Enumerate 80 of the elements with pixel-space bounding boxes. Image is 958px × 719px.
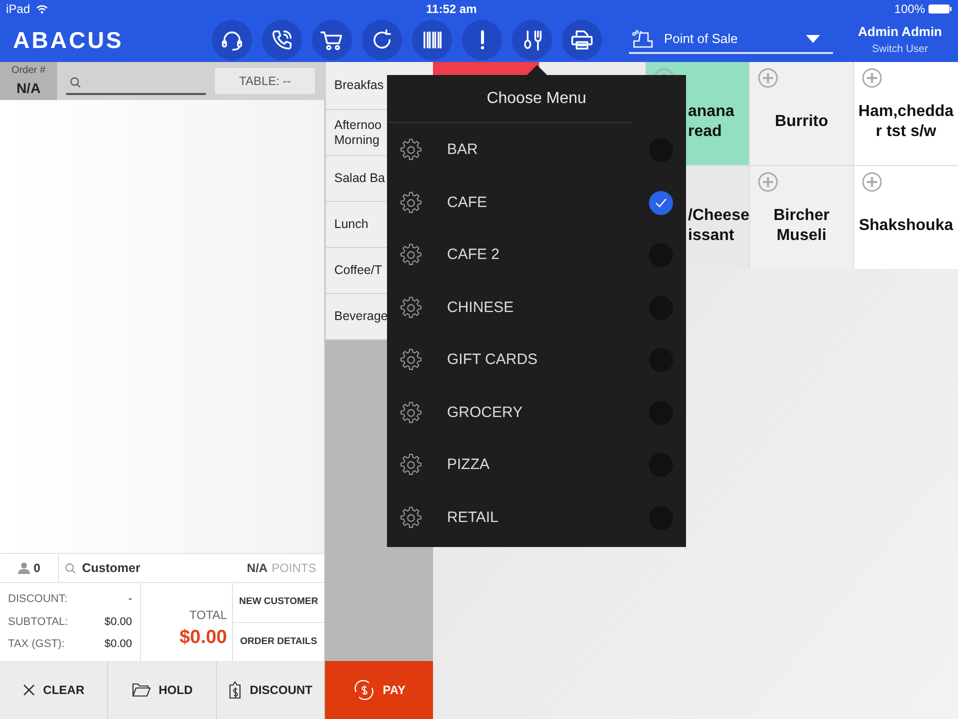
product-name: Bircher Museli xyxy=(772,206,831,246)
discount-button[interactable]: DISCOUNT xyxy=(216,661,324,719)
popover-title: Choose Menu xyxy=(387,75,632,123)
search-icon xyxy=(70,76,81,88)
menu-option-label: GIFT CARDS xyxy=(447,350,538,370)
total-row-value: $0.00 xyxy=(104,614,132,630)
mode-dropdown[interactable]: Point of Sale xyxy=(629,26,833,54)
total-amount: $0.00 xyxy=(179,626,227,650)
cash-register-icon xyxy=(631,29,655,49)
points-value: N/A xyxy=(246,560,268,577)
gear-icon xyxy=(399,400,423,425)
refresh-button[interactable] xyxy=(362,20,402,60)
gear-icon xyxy=(399,138,423,162)
order-number: N/A xyxy=(16,79,41,98)
product-name: Burrito xyxy=(774,112,830,132)
gear-icon xyxy=(399,348,423,372)
total-label: TOTAL xyxy=(189,606,227,624)
customer-search-field[interactable]: Customer xyxy=(65,554,215,582)
menu-option-label: PIZZA xyxy=(447,455,490,475)
folder-icon xyxy=(132,683,151,697)
alert-icon xyxy=(480,29,484,51)
guest-count: 0 xyxy=(34,560,40,577)
battery-icon xyxy=(928,4,952,14)
user-name: Admin Admin xyxy=(858,23,942,42)
menu-option[interactable]: GROCERY xyxy=(387,386,686,439)
order-label: Order # xyxy=(12,64,46,78)
barcode-button[interactable] xyxy=(412,20,452,60)
pay-button[interactable]: PAY xyxy=(325,661,433,719)
hold-button[interactable]: HOLD xyxy=(107,661,216,719)
product-name: Ham,chedda r tst s/w xyxy=(857,102,955,142)
menu-option-label: GROCERY xyxy=(447,402,523,422)
gear-icon xyxy=(399,243,423,268)
menu-option-label: CAFE xyxy=(447,192,488,212)
total-row-value: $0.00 xyxy=(104,637,132,652)
total-row-label: SUBTOTAL: xyxy=(8,614,68,630)
gear-icon xyxy=(399,190,423,215)
printer-button[interactable] xyxy=(562,20,602,60)
battery-percent: 100% xyxy=(894,1,925,18)
product-tile[interactable]: Ham,chedda r tst s/w xyxy=(854,62,958,165)
price-tag-icon xyxy=(228,681,242,699)
person-icon xyxy=(18,562,30,574)
headset-button[interactable] xyxy=(212,20,252,60)
menu-option[interactable]: RETAIL xyxy=(387,492,686,544)
payment-cycle-icon xyxy=(352,680,375,700)
total-row-label: TAX (GST): xyxy=(8,637,65,652)
product-tile[interactable]: Burrito xyxy=(750,62,853,165)
total-row-label: DISCOUNT: xyxy=(8,592,68,608)
device-name: iPad xyxy=(6,1,30,18)
gear-icon xyxy=(399,506,423,530)
menu-option-label: CAFE 2 xyxy=(447,245,500,265)
utensils-button[interactable] xyxy=(512,20,552,60)
clear-button[interactable]: CLEAR xyxy=(0,661,108,719)
cart-button[interactable] xyxy=(312,20,352,60)
product-tile[interactable]: Shakshouka xyxy=(854,166,958,269)
menu-option[interactable]: PIZZA xyxy=(387,439,686,492)
alert-button[interactable] xyxy=(462,20,502,60)
add-icon xyxy=(862,172,882,192)
add-icon xyxy=(758,68,778,88)
product-name: anana read xyxy=(688,102,734,142)
menu-option-label: BAR xyxy=(447,140,478,160)
search-icon xyxy=(65,562,76,574)
add-icon xyxy=(758,172,778,192)
dropdown-arrow-icon xyxy=(806,35,820,43)
product-name: /Cheese issant xyxy=(688,206,750,246)
total-row-value: - xyxy=(128,592,132,608)
product-name: Shakshouka xyxy=(858,216,954,236)
close-icon xyxy=(23,684,36,696)
menu-option-label: RETAIL xyxy=(447,508,498,528)
gear-icon xyxy=(399,296,423,320)
product-tile[interactable]: Bircher Museli xyxy=(750,166,853,269)
status-time: 11:52 am xyxy=(426,1,477,18)
phone-button[interactable] xyxy=(262,20,302,60)
add-icon xyxy=(862,68,882,88)
wifi-icon xyxy=(36,4,48,14)
table-button[interactable]: TABLE: -- xyxy=(215,68,315,94)
gear-icon xyxy=(399,453,423,478)
points-label: POINTS xyxy=(272,560,316,577)
menu-option-label: CHINESE xyxy=(447,298,514,318)
switch-user-link[interactable]: Switch User xyxy=(872,42,928,58)
logo: ABACUS xyxy=(13,26,124,55)
